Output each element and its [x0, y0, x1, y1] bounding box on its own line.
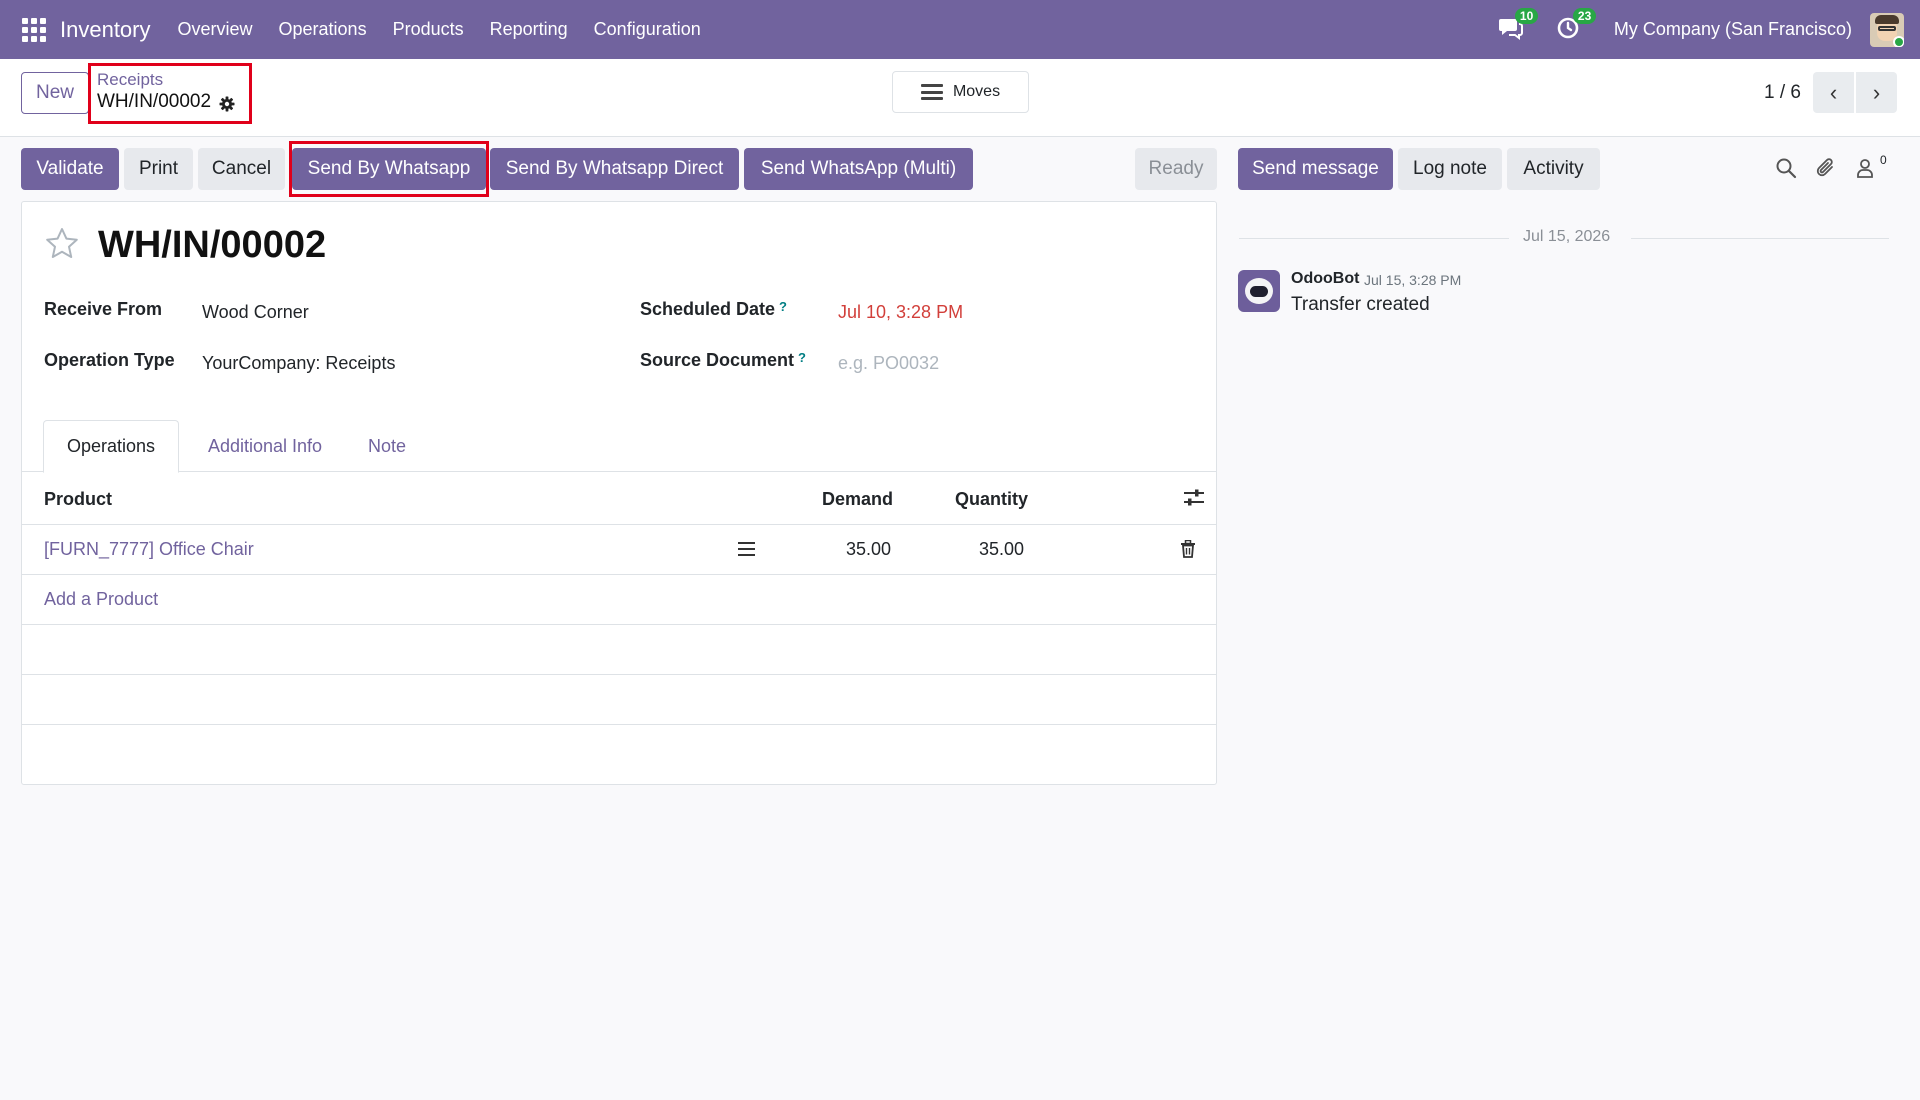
control-panel: New Receipts WH/IN/00002 Moves 1 / 6 ‹ ›	[0, 59, 1920, 137]
app-grid-icon[interactable]	[22, 17, 46, 42]
column-header-product[interactable]: Product	[44, 489, 112, 510]
menu-configuration[interactable]: Configuration	[581, 19, 714, 40]
product-cell[interactable]: [FURN_7777] Office Chair	[44, 539, 254, 560]
messages-badge: 10	[1514, 7, 1539, 24]
moves-label: Moves	[952, 83, 1001, 100]
tab-additional-info[interactable]: Additional Info	[194, 420, 336, 472]
print-button[interactable]: Print	[124, 148, 193, 190]
source-document-label: Source Document	[640, 350, 795, 370]
menu-reporting[interactable]: Reporting	[477, 19, 581, 40]
activity-button[interactable]: Activity	[1507, 148, 1600, 190]
send-by-whatsapp-button[interactable]: Send By Whatsapp	[292, 148, 486, 190]
breadcrumb: Receipts WH/IN/00002	[88, 63, 252, 124]
table-row[interactable]: [FURN_7777] Office Chair 35.00 35.00	[22, 525, 1216, 575]
help-icon[interactable]: ?	[798, 350, 806, 365]
tab-note[interactable]: Note	[352, 420, 422, 472]
messages-icon[interactable]: 10	[1498, 7, 1539, 44]
app-name[interactable]: Inventory	[60, 17, 151, 43]
date-separator: Jul 15, 2026	[1239, 228, 1889, 248]
scheduled-date-field[interactable]: Jul 10, 3:28 PM	[838, 302, 963, 323]
table-header: Product Demand Quantity	[22, 472, 1216, 525]
tab-operations[interactable]: Operations	[43, 420, 179, 473]
column-settings-icon[interactable]	[1183, 488, 1205, 508]
empty-row	[22, 625, 1216, 675]
menu-overview[interactable]: Overview	[165, 19, 266, 40]
pager-value[interactable]: 1 / 6	[1764, 82, 1801, 104]
operation-type-field[interactable]: YourCompany: Receipts	[202, 353, 395, 374]
moves-smart-button[interactable]: Moves	[892, 71, 1029, 113]
star-icon[interactable]	[44, 226, 80, 262]
cancel-button[interactable]: Cancel	[198, 148, 285, 190]
date-separator-label: Jul 15, 2026	[1517, 228, 1617, 246]
notebook-tabs: Operations Additional Info Note	[22, 420, 1216, 473]
message-timestamp: Jul 15, 3:28 PM	[1364, 272, 1462, 288]
send-message-button[interactable]: Send message	[1238, 148, 1393, 190]
followers-icon[interactable]	[1855, 157, 1879, 181]
menu-products[interactable]: Products	[380, 19, 477, 40]
column-header-demand[interactable]: Demand	[822, 489, 893, 510]
source-document-input[interactable]: e.g. PO0032	[838, 353, 939, 374]
odoobot-avatar[interactable]	[1238, 270, 1280, 312]
gear-icon[interactable]	[219, 94, 235, 112]
scheduled-date-label: Scheduled Date	[640, 299, 776, 319]
paperclip-icon[interactable]	[1815, 157, 1839, 181]
details-menu-icon[interactable]	[738, 542, 755, 556]
receive-from-field[interactable]: Wood Corner	[202, 302, 309, 323]
pager: 1 / 6 ‹ ›	[1764, 72, 1897, 113]
breadcrumb-current-record: WH/IN/00002	[97, 91, 212, 112]
receive-from-label: Receive From	[44, 299, 163, 319]
column-header-quantity[interactable]: Quantity	[955, 489, 1028, 510]
top-navbar: Inventory Overview Operations Products R…	[0, 0, 1920, 59]
add-product-link[interactable]: Add a Product	[44, 589, 158, 610]
company-switcher[interactable]: My Company (San Francisco)	[1614, 19, 1852, 40]
message-author[interactable]: OdooBot	[1291, 270, 1359, 288]
chevron-left-icon: ‹	[1829, 79, 1838, 105]
trash-icon[interactable]	[1180, 539, 1196, 558]
record-title: WH/IN/00002	[98, 224, 327, 266]
chevron-right-icon: ›	[1872, 79, 1881, 105]
online-status-dot	[1893, 35, 1904, 47]
menu-operations[interactable]: Operations	[266, 19, 380, 40]
add-line-row: Add a Product	[22, 575, 1216, 625]
quantity-cell[interactable]: 35.00	[979, 539, 1024, 560]
message-body: Transfer created	[1291, 294, 1430, 315]
user-avatar[interactable]	[1870, 12, 1904, 47]
pager-next-button[interactable]: ›	[1856, 72, 1897, 113]
breadcrumb-receipts[interactable]: Receipts	[97, 71, 243, 89]
status-ready[interactable]: Ready	[1135, 148, 1217, 190]
followers-count: 0	[1880, 153, 1887, 167]
validate-button[interactable]: Validate	[21, 148, 119, 190]
activities-badge: 23	[1572, 7, 1597, 24]
send-by-whatsapp-direct-button[interactable]: Send By Whatsapp Direct	[490, 148, 739, 190]
pager-previous-button[interactable]: ‹	[1813, 72, 1854, 113]
search-icon[interactable]	[1775, 157, 1799, 181]
help-icon[interactable]: ?	[779, 299, 787, 314]
form-sheet: WH/IN/00002 Receive From Wood Corner Ope…	[21, 201, 1217, 785]
send-whatsapp-multi-button[interactable]: Send WhatsApp (Multi)	[744, 148, 973, 190]
new-button[interactable]: New	[21, 72, 89, 114]
list-icon	[920, 84, 943, 100]
activities-clock-icon[interactable]: 23	[1556, 7, 1597, 44]
demand-cell[interactable]: 35.00	[846, 539, 891, 560]
empty-row	[22, 675, 1216, 725]
operation-type-label: Operation Type	[44, 350, 175, 370]
log-note-button[interactable]: Log note	[1398, 148, 1502, 190]
